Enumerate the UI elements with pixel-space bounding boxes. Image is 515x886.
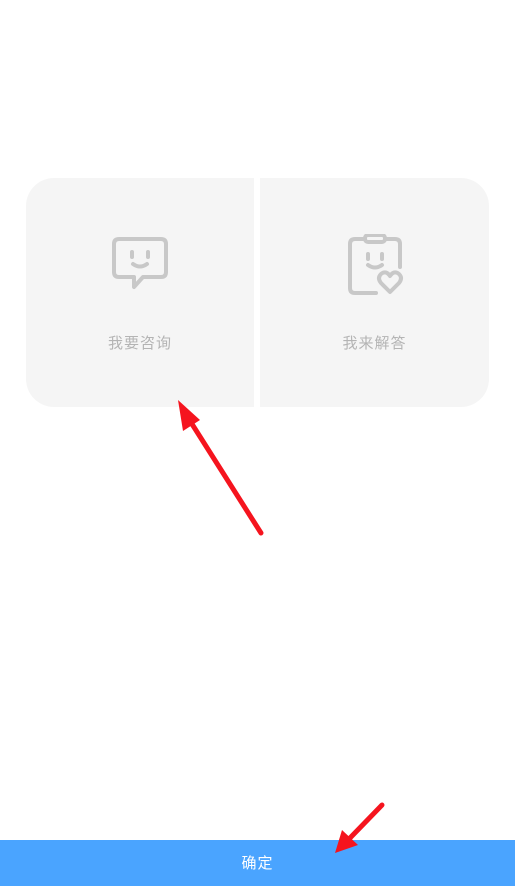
chat-bubble-smile-icon [109,234,171,296]
consult-option-label: 我要咨询 [107,334,172,352]
confirm-button[interactable]: 确定 [0,840,515,886]
answer-option-card[interactable]: 我来解答 [260,178,489,407]
annotation-arrows [178,400,385,853]
annotation-arrow-to-option [178,400,264,536]
role-options: 我要咨询 我来解答 [26,178,489,407]
answer-option-label: 我来解答 [342,334,407,352]
clipboard-heart-icon [344,234,406,296]
consult-option-card[interactable]: 我要咨询 [26,178,254,407]
